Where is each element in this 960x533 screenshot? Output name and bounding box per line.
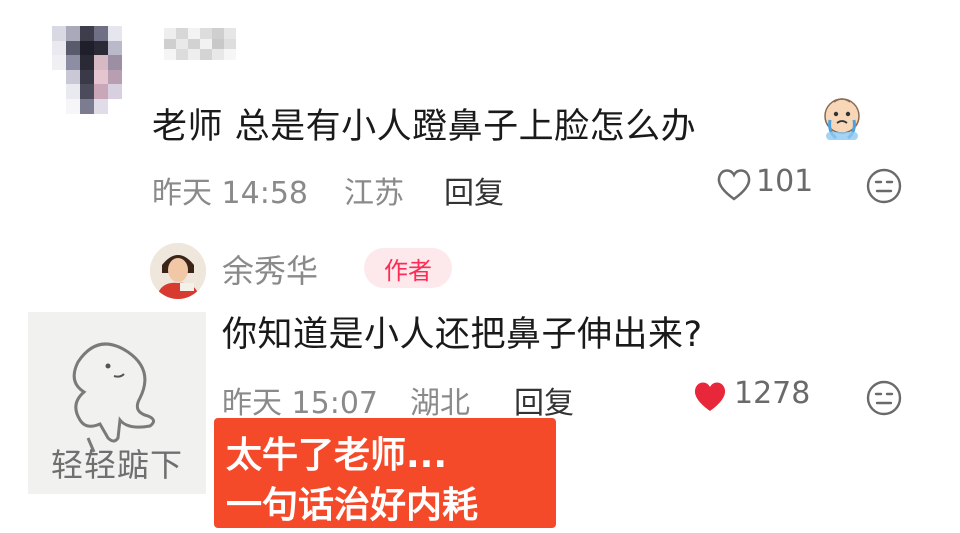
author-reply-location: 湖北 <box>410 386 470 421</box>
author-reply-button[interactable]: 回复 <box>514 378 574 422</box>
author-reply-time: 昨天 15:07 <box>222 386 378 421</box>
overlay-caption-line1: 太牛了老师... <box>226 435 448 476</box>
author-name[interactable]: 余秀华 <box>222 246 318 292</box>
comment-time: 昨天 14:58 <box>152 176 308 211</box>
author-avatar[interactable] <box>150 243 206 299</box>
overlay-caption: 太牛了老师... 一句话治好内耗 <box>214 418 556 528</box>
author-badge: 作者 <box>364 248 452 288</box>
comment-text: 老师 总是有小人蹬鼻子上脸怎么办 <box>152 107 697 147</box>
heart-filled-icon[interactable] <box>690 378 730 414</box>
author-like-count: 1278 <box>734 376 811 411</box>
crying-face-icon <box>824 98 860 140</box>
like-count: 101 <box>756 164 814 199</box>
heart-outline-icon[interactable] <box>714 166 754 202</box>
comment-location: 江苏 <box>344 176 404 211</box>
user-name-blurred[interactable] <box>164 28 236 60</box>
sticker-caption: 轻轻踮下 <box>50 446 183 484</box>
dislike-face-icon[interactable] <box>864 378 904 418</box>
reply-button[interactable]: 回复 <box>444 168 504 212</box>
dislike-face-icon[interactable] <box>864 166 904 206</box>
overlay-caption-line2: 一句话治好内耗 <box>226 485 479 526</box>
user-avatar[interactable] <box>52 26 122 114</box>
author-reply-text: 你知道是小人还把鼻子伸出来? <box>222 315 703 355</box>
